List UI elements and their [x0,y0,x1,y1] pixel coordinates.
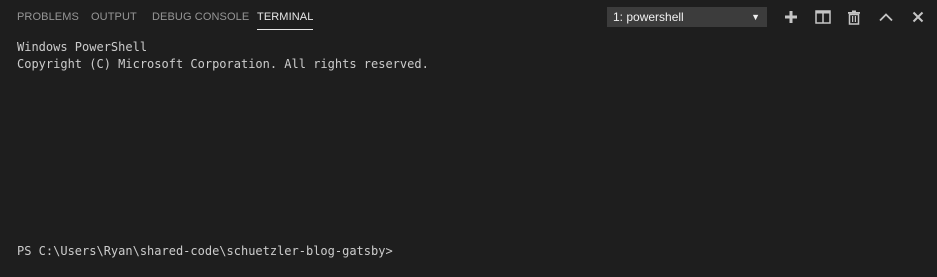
tab-output[interactable]: OUTPUT [91,0,137,35]
maximize-panel-button[interactable] [877,8,895,26]
close-panel-button[interactable] [909,8,927,26]
kill-terminal-button[interactable] [845,8,863,26]
terminal-select-value: 1: powershell [613,10,684,24]
terminal-scrollbar[interactable] [927,35,937,277]
trash-icon [848,10,860,25]
terminal-line: Copyright (C) Microsoft Corporation. All… [17,57,429,71]
new-terminal-button[interactable] [782,8,800,26]
tab-problems[interactable]: PROBLEMS [17,0,79,35]
terminal-panel: PROBLEMS OUTPUT DEBUG CONSOLE TERMINAL 1… [0,0,937,277]
chevron-down-icon: ▼ [751,12,760,22]
plus-icon [785,11,797,23]
tab-terminal[interactable]: TERMINAL [257,0,314,35]
split-icon [815,10,831,24]
terminal-output[interactable]: Windows PowerShell Copyright (C) Microso… [0,35,937,277]
terminal-line: Windows PowerShell [17,40,148,54]
panel-tab-bar: PROBLEMS OUTPUT DEBUG CONSOLE TERMINAL 1… [0,0,937,35]
terminal-prompt: PS C:\Users\Ryan\shared-code\schuetzler-… [17,244,393,258]
chevron-up-icon [879,13,893,22]
terminal-select-dropdown[interactable]: 1: powershell ▼ [607,7,767,27]
split-terminal-button[interactable] [814,8,832,26]
close-icon [912,11,924,23]
tab-debug-console[interactable]: DEBUG CONSOLE [152,0,249,35]
